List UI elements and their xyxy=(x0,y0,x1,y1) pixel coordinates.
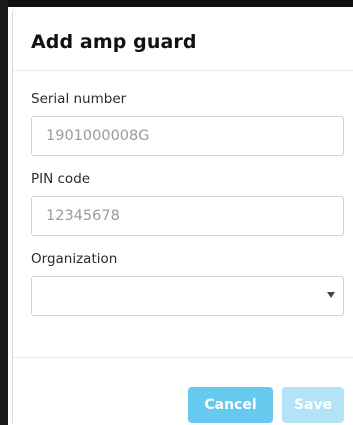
pin-code-input[interactable] xyxy=(31,196,344,236)
organization-label: Organization xyxy=(31,251,118,267)
dialog-footer: Cancel Save xyxy=(13,358,353,423)
save-button[interactable]: Save xyxy=(282,387,344,423)
backdrop-top xyxy=(0,0,353,7)
page: Add amp guard Serial number PIN code Org… xyxy=(0,0,353,425)
organization-field: Organization xyxy=(31,251,353,316)
pin-code-label: PIN code xyxy=(31,171,91,187)
backdrop-left xyxy=(0,0,8,425)
organization-select[interactable] xyxy=(31,276,344,316)
serial-number-input[interactable] xyxy=(31,116,344,156)
pin-code-field: PIN code xyxy=(31,171,353,236)
dialog-title: Add amp guard xyxy=(31,31,197,53)
serial-number-field: Serial number xyxy=(31,91,353,156)
add-amp-guard-dialog: Add amp guard Serial number PIN code Org… xyxy=(12,9,353,423)
serial-number-label: Serial number xyxy=(31,91,127,107)
cancel-button[interactable]: Cancel xyxy=(188,387,273,423)
chevron-down-icon xyxy=(327,292,335,298)
dialog-header: Add amp guard xyxy=(13,9,353,71)
dialog-body: Serial number PIN code Organization xyxy=(13,71,353,358)
